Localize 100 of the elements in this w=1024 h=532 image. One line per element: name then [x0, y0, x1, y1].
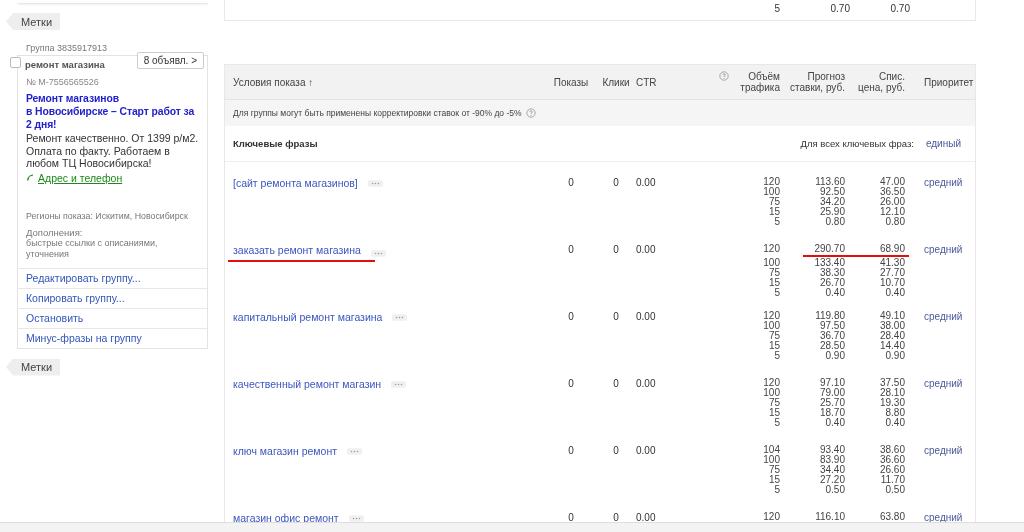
- traffic-volume: 5: [773, 351, 780, 361]
- group-menu-item[interactable]: Копировать группу...: [18, 287, 207, 308]
- traffic-volume: 75: [767, 197, 780, 207]
- charged-price: 8.80: [884, 408, 905, 418]
- group-menu-item[interactable]: Остановить: [18, 307, 207, 328]
- traffic-volume: 100: [762, 187, 780, 197]
- charged-price: 26.60: [878, 465, 905, 475]
- traffic-volume: 5: [773, 485, 780, 495]
- table-cell-text: 0: [612, 177, 620, 188]
- traffic-volume: 120: [762, 512, 780, 522]
- charged-price: 0.70: [889, 4, 910, 14]
- charged-price: 0.90: [884, 351, 905, 361]
- traffic-volume: 5: [773, 217, 780, 227]
- forecast-bid: 28.50: [818, 341, 845, 351]
- table-cell-text: 0: [567, 512, 575, 523]
- keyword-link[interactable]: [сайт ремонта магазинов]: [233, 177, 358, 189]
- phone-icon: [26, 173, 35, 182]
- column-header: Спис. цена, руб.: [857, 71, 906, 93]
- priority-link[interactable]: средний: [924, 445, 963, 456]
- more-icon[interactable]: [391, 380, 407, 388]
- table-cell-text: 0.00: [636, 378, 657, 389]
- more-icon[interactable]: [348, 514, 364, 522]
- column-header: Приоритет: [923, 76, 975, 88]
- forecast-bid: 0.90: [824, 351, 845, 361]
- traffic-volume: 120: [762, 378, 780, 388]
- charged-price: 37.50: [878, 378, 905, 388]
- charged-price: 28.10: [878, 388, 905, 398]
- address-phone-link[interactable]: Адрес и телефон: [38, 171, 123, 184]
- table-cell-text: 0.00: [636, 311, 657, 322]
- priority-link[interactable]: средний: [924, 512, 963, 523]
- extras-label: Дополнения:: [26, 226, 84, 238]
- traffic-volume: 120: [762, 244, 780, 254]
- charged-price: 38.60: [878, 445, 905, 455]
- forecast-bid: 25.90: [818, 207, 845, 217]
- charged-price: 0.40: [884, 288, 905, 298]
- table-cell-text: 0: [567, 378, 575, 389]
- keyword-link[interactable]: заказать ремонт магазина: [228, 244, 375, 262]
- keyword-link[interactable]: качественный ремонт магазин: [233, 378, 382, 390]
- keyword-link[interactable]: магазин офис ремонт: [233, 512, 339, 524]
- priority-link[interactable]: средний: [924, 244, 963, 255]
- keyword-link[interactable]: ключ магазин ремонт: [233, 445, 337, 457]
- forecast-bid: 26.70: [818, 278, 845, 288]
- charged-price: 12.10: [878, 207, 905, 217]
- extras-text: быстрые ссылки с описаниями, уточнения: [26, 237, 159, 260]
- traffic-volume: 120: [762, 177, 780, 187]
- traffic-volume: 75: [767, 268, 780, 278]
- keyword-link[interactable]: капитальный ремонт магазина: [233, 311, 383, 323]
- table-cell-text: 0: [612, 445, 620, 456]
- more-icon[interactable]: [367, 179, 383, 187]
- charged-price: 11.70: [879, 475, 905, 485]
- forecast-bid: 97.10: [818, 378, 845, 388]
- column-header: CTR: [636, 76, 658, 88]
- charged-price: 26.00: [878, 197, 905, 207]
- more-icon[interactable]: [347, 447, 362, 455]
- priority-link[interactable]: средний: [924, 378, 963, 389]
- column-header: Показы: [552, 76, 590, 88]
- charged-price: 19.30: [878, 398, 905, 408]
- priority-link[interactable]: средний: [924, 311, 963, 322]
- table-cell-text: 0.00: [636, 445, 657, 456]
- table-cell-text: 0: [567, 244, 575, 255]
- charged-price: 41.30: [878, 258, 905, 268]
- traffic-volume: 5: [773, 418, 780, 428]
- forecast-bid: 79.00: [818, 388, 845, 398]
- traffic-volume: 15: [767, 207, 780, 217]
- help-icon[interactable]: [525, 108, 536, 118]
- table-cell-text: 0: [567, 311, 575, 322]
- charged-price: 14.40: [878, 341, 905, 351]
- priority-link[interactable]: единый: [925, 138, 961, 149]
- column-header[interactable]: Условия показа ↑: [225, 76, 546, 88]
- forecast-bid: 34.20: [818, 197, 845, 207]
- charged-price: 28.40: [878, 331, 905, 341]
- help-icon[interactable]: [719, 71, 729, 81]
- group-menu-item[interactable]: Редактировать группу...: [18, 267, 207, 288]
- traffic-volume: 15: [767, 341, 780, 351]
- traffic-volume: 15: [767, 278, 780, 288]
- ads-button[interactable]: 8 объявл. >: [136, 52, 204, 69]
- traffic-volume: 5: [773, 288, 780, 298]
- forecast-bid: 0.70: [829, 4, 850, 14]
- charged-price: 36.60: [878, 455, 905, 465]
- more-icon[interactable]: [392, 313, 408, 321]
- charged-price: 38.00: [878, 321, 905, 331]
- traffic-volume: 15: [767, 475, 780, 485]
- traffic-volume: 100: [762, 321, 780, 331]
- table-cell-text: 0.00: [636, 244, 657, 255]
- group-menu-item[interactable]: Минус-фразы на группу: [18, 327, 207, 348]
- priority-link[interactable]: средний: [924, 177, 963, 188]
- charged-price: 49.10: [878, 311, 905, 321]
- forecast-bid: 92.50: [818, 187, 845, 197]
- forecast-bid: 83.90: [818, 455, 845, 465]
- group-checkbox[interactable]: [10, 57, 21, 68]
- more-icon[interactable]: [370, 249, 386, 257]
- forecast-bid: 34.40: [818, 465, 845, 475]
- forecast-bid: 25.70: [818, 398, 845, 408]
- traffic-volume: 15: [767, 408, 780, 418]
- ad-title[interactable]: Ремонт магазинов в Новосибирске – Старт работ за 2 дня!: [26, 92, 199, 131]
- horizontal-scrollbar[interactable]: [0, 522, 1024, 532]
- charged-price: 63.80: [878, 512, 905, 522]
- tags-button[interactable]: Метки: [6, 358, 61, 376]
- table-cell-text: 0: [612, 244, 620, 255]
- tags-button[interactable]: Метки: [6, 13, 61, 30]
